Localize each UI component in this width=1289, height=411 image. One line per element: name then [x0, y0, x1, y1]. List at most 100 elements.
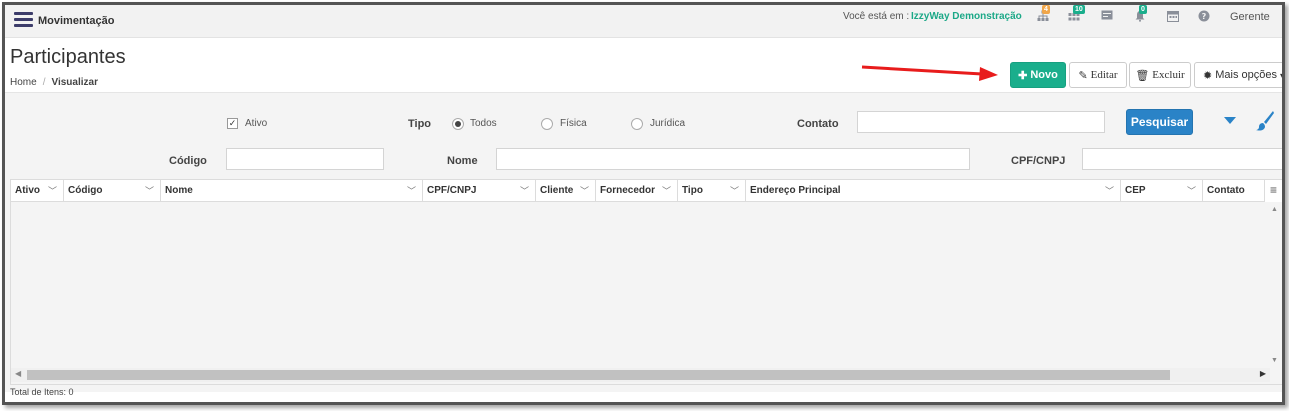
column-header-cliente[interactable]: Cliente ﹀ — [536, 180, 596, 202]
app-title: Movimentação — [38, 15, 115, 27]
cpf-cnpj-input[interactable] — [1082, 148, 1282, 170]
horizontal-scroll-thumb[interactable] — [27, 370, 1170, 380]
contact-label: Contato — [797, 118, 839, 130]
help-icon-svg: ? — [1198, 10, 1210, 22]
column-contato-label: Contato — [1207, 185, 1245, 196]
column-header-ativo[interactable]: Ativo ﹀ — [11, 180, 64, 202]
scroll-down-icon[interactable]: ▼ — [1271, 357, 1278, 364]
scroll-right-icon[interactable]: ▶ — [1260, 369, 1266, 378]
grid-icon[interactable]: 10 — [1067, 5, 1085, 24]
calendar-icon[interactable] — [1166, 10, 1180, 24]
expand-filters-icon[interactable] — [1224, 117, 1236, 124]
column-tipo-label: Tipo — [682, 185, 703, 196]
active-checkbox-label: Ativo — [245, 118, 268, 129]
user-menu[interactable]: Gerente — [1230, 11, 1270, 23]
search-button[interactable]: Pesquisar — [1126, 109, 1193, 135]
contact-input[interactable] — [857, 111, 1105, 133]
column-fornecedor-label: Fornecedor — [600, 185, 656, 196]
chevron-down-icon: ﹀ — [1186, 186, 1196, 196]
column-header-endereco[interactable]: Endereço Principal ﹀ — [746, 180, 1121, 202]
badge-grid: 10 — [1073, 5, 1085, 14]
scroll-left-icon[interactable]: ◀ — [15, 369, 21, 378]
type-label: Tipo — [408, 118, 432, 130]
breadcrumb-home[interactable]: Home — [10, 77, 37, 88]
type-radio-fisica-label: Física — [560, 118, 587, 129]
new-button[interactable]: ✚ Novo — [1010, 62, 1066, 88]
column-header-fornecedor[interactable]: Fornecedor ﹀ — [596, 180, 678, 202]
more-options-button[interactable]: ✹ Mais opções ▾ — [1194, 62, 1284, 88]
more-options-label: Mais opções — [1215, 69, 1277, 81]
horizontal-scrollbar[interactable]: ◀ ▶ — [11, 368, 1270, 382]
total-items: Total de Itens: 0 — [10, 387, 74, 397]
gear-icon: ✹ — [1203, 69, 1213, 82]
sitemap-icon[interactable]: 4 — [1036, 5, 1050, 24]
type-radio-juridica-label: Jurídica — [650, 118, 686, 129]
top-bar: Movimentação Você está em : IzzyWay Demo… — [5, 5, 1282, 38]
participants-grid: Ativo ﹀ Código ﹀ Nome ﹀ CPF/CNPJ ﹀ Cliente ﹀ … — [10, 179, 1282, 385]
breadcrumb-current: Visualizar — [51, 77, 98, 88]
breadcrumb-separator: / — [42, 77, 46, 88]
edit-button-label: Editar — [1090, 69, 1118, 81]
brush-icon[interactable] — [1255, 110, 1275, 132]
active-checkbox[interactable]: ✓ — [227, 118, 238, 129]
calendar-icon-svg — [1167, 11, 1179, 22]
code-input[interactable] — [226, 148, 384, 170]
type-radio-todos[interactable] — [452, 118, 464, 130]
chevron-down-icon: ﹀ — [406, 186, 416, 196]
type-radio-fisica[interactable] — [541, 118, 553, 130]
column-header-contato[interactable]: Contato — [1203, 180, 1266, 202]
plus-icon: ✚ — [1018, 69, 1028, 82]
name-label: Nome — [447, 155, 478, 167]
code-label: Código — [169, 155, 207, 167]
type-radio-todos-label: Todos — [470, 118, 497, 129]
grid-header: Ativo ﹀ Código ﹀ Nome ﹀ CPF/CNPJ ﹀ Cliente ﹀ … — [11, 180, 1282, 202]
card-icon[interactable] — [1100, 10, 1114, 24]
column-cliente-label: Cliente — [540, 185, 574, 196]
column-endereco-label: Endereço Principal — [750, 185, 841, 196]
red-arrow-annotation — [861, 65, 998, 81]
bell-icon[interactable]: 0 — [1133, 5, 1147, 24]
column-menu-icon[interactable]: ≡ — [1264, 180, 1282, 202]
caret-down-icon: ▾ — [1279, 70, 1284, 80]
column-header-codigo[interactable]: Código ﹀ — [64, 180, 161, 202]
type-radio-juridica[interactable] — [631, 118, 643, 130]
page-title: Participantes — [10, 46, 126, 68]
app-window: Movimentação Você está em : IzzyWay Demo… — [2, 2, 1285, 405]
badge-bell: 0 — [1139, 5, 1147, 14]
column-cep-label: CEP — [1125, 185, 1146, 196]
brush-handle — [1264, 111, 1274, 124]
chevron-down-icon: ﹀ — [729, 186, 739, 196]
column-ativo-label: Ativo — [15, 185, 40, 196]
pencil-icon: ✎ — [1078, 69, 1088, 82]
badge-sitemap: 4 — [1042, 5, 1050, 14]
arrow-head — [979, 67, 998, 81]
cpf-cnpj-label: CPF/CNPJ — [1011, 155, 1066, 167]
menu-icon[interactable] — [14, 12, 33, 27]
column-header-cep[interactable]: CEP ﹀ — [1121, 180, 1203, 202]
scroll-up-icon[interactable]: ▲ — [1271, 206, 1278, 213]
arrow-shaft — [861, 65, 983, 76]
vertical-scrollbar[interactable]: ▲ ▼ — [1268, 202, 1282, 368]
column-header-nome[interactable]: Nome ﹀ — [161, 180, 423, 202]
delete-button-label: Excluir — [1152, 69, 1185, 81]
location-label: Você está em : — [843, 11, 910, 22]
column-cpf-cnpj-label: CPF/CNPJ — [427, 185, 477, 196]
breadcrumb: Home / Visualizar — [10, 77, 98, 88]
location-value[interactable]: IzzyWay Demonstração — [911, 11, 1022, 22]
column-header-tipo[interactable]: Tipo ﹀ — [678, 180, 746, 202]
edit-button[interactable]: ✎ Editar — [1069, 62, 1127, 88]
column-nome-label: Nome — [165, 185, 193, 196]
brush-tip — [1256, 123, 1265, 131]
chevron-down-icon: ﹀ — [1104, 186, 1114, 196]
name-input[interactable] — [496, 148, 970, 170]
chevron-down-icon: ﹀ — [47, 186, 57, 196]
chevron-down-icon: ﹀ — [144, 186, 154, 196]
trash-icon: 🗑 — [1135, 69, 1150, 82]
chevron-down-icon: ﹀ — [519, 186, 529, 196]
column-codigo-label: Código — [68, 185, 103, 196]
help-icon[interactable]: ? — [1197, 10, 1211, 24]
column-header-cpf-cnpj[interactable]: CPF/CNPJ ﹀ — [423, 180, 536, 202]
chevron-down-icon: ﹀ — [579, 186, 589, 196]
card-icon-svg — [1101, 10, 1113, 20]
delete-button[interactable]: 🗑 Excluir — [1129, 62, 1191, 88]
